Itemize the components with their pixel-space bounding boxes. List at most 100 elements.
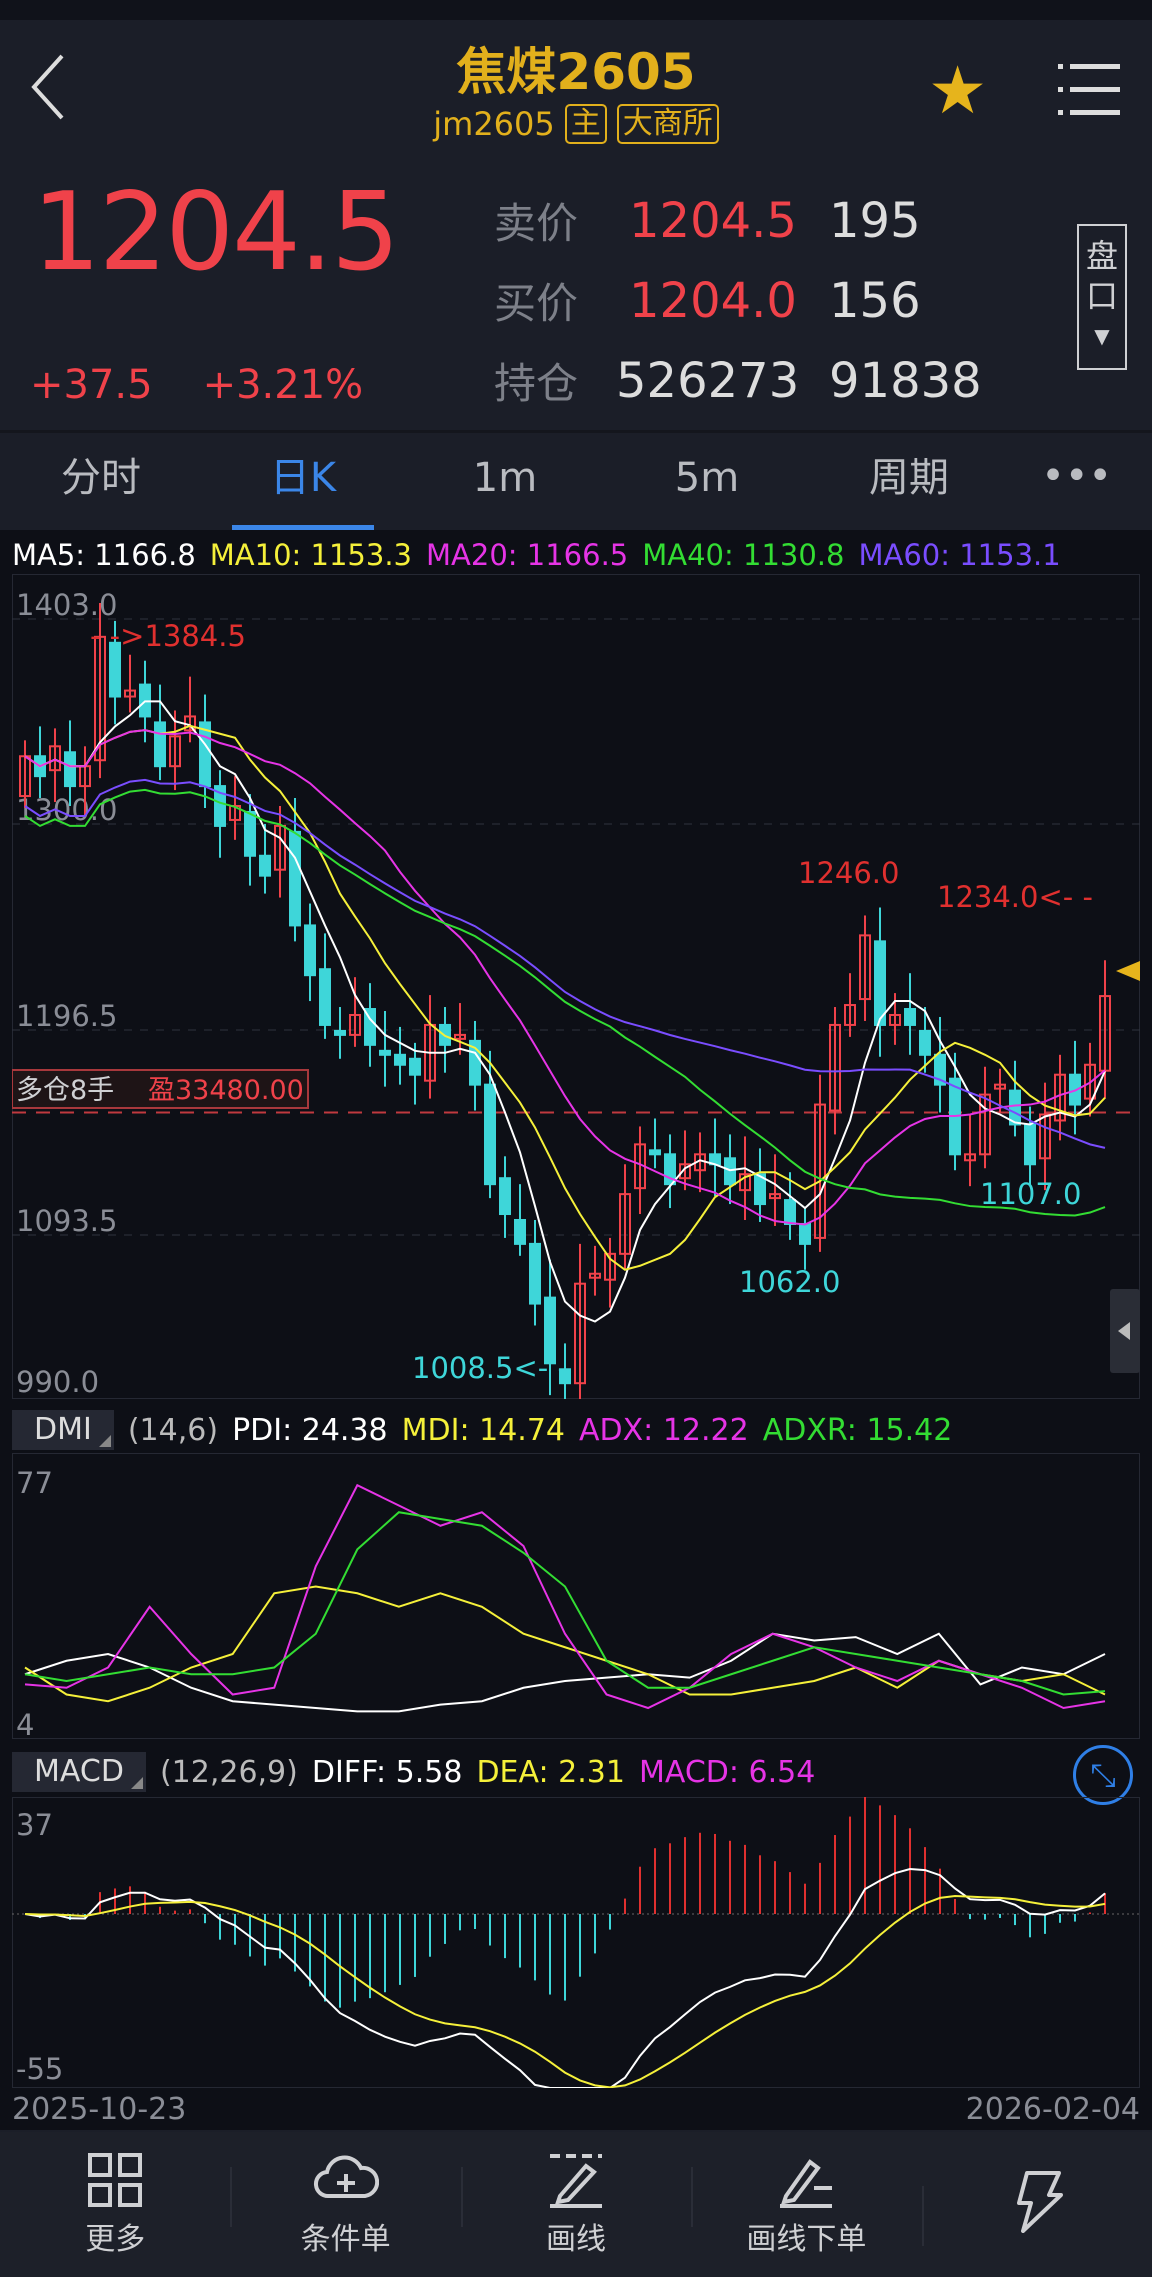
candle-down [1009,1089,1021,1126]
macd-params: (12,26,9) [159,1754,298,1790]
nav-more[interactable]: 更多 [0,2152,230,2258]
ma-legend-item: MA60: 1153.1 [858,538,1061,572]
macd-chart: 37 -55 [12,1797,1140,2088]
ma-legend-item: MA5: 1166.8 [12,538,196,572]
candle-down [529,1242,541,1305]
macd-indicator-selector[interactable]: MACD [12,1752,146,1792]
price-axis-label: 1196.5 [16,999,117,1033]
ma-legend-item: MA40: 1130.8 [642,538,845,572]
grid-icon [88,2152,143,2207]
change-value: +37.5 [30,362,153,408]
dmi-adx: ADX: 12.22 [579,1412,749,1448]
chart-border [12,1797,1140,2088]
peak-annotation: 1246.0 [798,856,899,890]
price-axis-label: 1403.0 [16,588,117,622]
instrument-code: jm2605 [433,105,555,143]
caret-down-icon: ▼ [1094,324,1110,348]
sell-row: 卖价 1204.5 195 [494,190,921,251]
macd-dea: DEA: 2.31 [476,1754,625,1790]
menu-list-icon[interactable] [1058,62,1120,118]
start-date: 2025-10-23 [12,2092,187,2127]
sell-price: 1204.5 [629,192,797,249]
nav-quick-trade[interactable] [921,2170,1152,2246]
candle-down [334,1029,346,1036]
candle-down [199,721,211,788]
change-percent: +3.21% [202,362,364,408]
dmi-max-label: 77 [16,1466,53,1500]
macd-diff: DIFF: 5.58 [311,1754,463,1790]
low3-annotation: 1107.0 [980,1177,1081,1211]
exchange-badge: 大商所 [616,104,719,144]
nav-label: 画线下单 [746,2221,867,2257]
more-tabs-button[interactable]: ••• [1041,453,1112,499]
position-profit: 盈33480.00 [148,1075,304,1106]
order-book-toggle[interactable]: 盘 口 ▼ [1077,224,1127,370]
dmi-mdi-line [24,1585,1106,1703]
ma5-line [24,700,1106,1323]
tab-period[interactable]: 周期 [808,433,1010,530]
buy-price: 1204.0 [629,272,797,329]
dmi-params: (14,6) [127,1412,219,1448]
macd-min-label: -55 [16,2052,63,2086]
open-interest-change: 91838 [829,352,982,409]
candle-down [409,1057,421,1076]
chart-border [12,1453,1140,1739]
candle-down [289,830,301,927]
candle-down [64,751,76,788]
candle-down [499,1177,511,1216]
pen-line-icon [550,2153,603,2208]
main-contract-badge: 主 [564,104,607,144]
chart-border [12,574,1140,1399]
expand-icon[interactable]: ⤡ [1073,1745,1133,1805]
recent-high-annotation: 1234.0<- - [937,880,1093,914]
position-label: 多仓8手 [16,1075,114,1106]
period-tabs: 分时 日K 1m 5m 周期 ••• [0,433,1152,534]
ma10-line [24,724,1106,1271]
buy-volume: 156 [829,272,921,329]
open-interest-row: 持仓 526273 91838 [494,350,982,411]
nav-label: 条件单 [300,2221,391,2257]
hold-label: 持仓 [494,359,579,408]
end-date: 2026-02-04 [965,2092,1140,2127]
candle-down [394,1053,406,1066]
ma20-line [24,729,1106,1226]
price-change: +37.5 +3.21% [30,362,363,408]
macd-header: MACD (12,26,9) DIFF: 5.58 DEA: 2.31 MACD… [12,1752,815,1792]
dmi-indicator-selector[interactable]: DMI [12,1410,114,1450]
pen-order-icon [780,2158,833,2208]
high-annotation: - ->1384.5 [90,619,246,653]
buy-label: 买价 [494,279,579,328]
dmi-min-label: 4 [16,1708,34,1739]
candle-down [319,968,331,1026]
ma40-line [24,788,1106,1217]
kline-chart[interactable]: 1403.01300.01196.51093.5990.0- ->1384.51… [12,574,1140,1399]
candle-down [514,1218,526,1245]
pankou-label: 口 [1085,277,1118,315]
candle-down [244,810,256,857]
current-price-marker [1116,961,1140,981]
nav-conditional-order[interactable]: 条件单 [230,2152,460,2258]
nav-label: 更多 [85,2221,146,2257]
tab-1m[interactable]: 1m [404,433,606,530]
price-axis-label: 1093.5 [16,1204,117,1238]
nav-label: 画线 [546,2221,607,2257]
ma-legend: MA5: 1166.8 MA10: 1153.3 MA20: 1166.5 MA40:… [12,538,1061,572]
candle-down [784,1199,796,1225]
tab-intraday[interactable]: 分时 [0,433,202,530]
sell-label: 卖价 [494,199,579,248]
dmi-chart: 77 4 [12,1453,1140,1739]
candle-down [904,1008,916,1026]
dmi-pdi: PDI: 24.38 [232,1412,388,1448]
dmi-mdi: MDI: 14.74 [401,1412,565,1448]
lightning-icon [1016,2170,1063,2233]
tab-5m[interactable]: 5m [606,433,808,530]
favorite-star-icon[interactable]: ★ [928,58,987,124]
open-interest: 526273 [616,352,800,409]
tab-daily-k[interactable]: 日K [202,433,404,534]
candle-down [919,1029,931,1056]
price-axis-label: 990.0 [16,1365,99,1399]
nav-draw-order[interactable]: 画线下单 [691,2152,921,2258]
dmi-header: DMI (14,6) PDI: 24.38 MDI: 14.74 ADX: 12… [12,1410,952,1450]
dmi-adxr-line [24,1511,1106,1696]
nav-draw-line[interactable]: 画线 [460,2152,691,2258]
